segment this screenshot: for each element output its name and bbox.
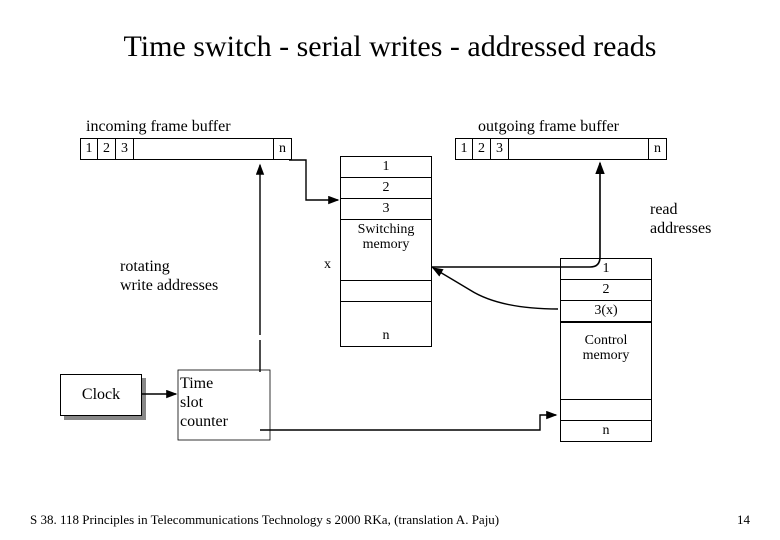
footer: S 38. 118 Principles in Telecommunicatio… [30, 512, 499, 528]
cell [341, 302, 431, 326]
clock-box: Clock [60, 374, 142, 416]
page-number: 14 [737, 512, 750, 528]
cell: n [649, 138, 667, 160]
read-addresses-label: readaddresses [650, 200, 711, 238]
incoming-buffer: 1 2 3 n [80, 138, 292, 160]
cell [509, 138, 649, 160]
cell: 2 [98, 138, 116, 160]
cell: 1 [341, 157, 431, 178]
switching-memory-label: Switchingmemory [341, 220, 431, 260]
cell: 3 [341, 199, 431, 220]
switching-memory: 1 2 3 Switchingmemory n [340, 156, 432, 347]
x-marker: x [324, 257, 331, 273]
cell: 2 [341, 178, 431, 199]
cell: 3(x) [561, 301, 651, 322]
cell: n [341, 326, 431, 346]
rotating-label: rotatingwrite addresses [120, 257, 218, 295]
control-memory-label: Controlmemory [561, 322, 651, 399]
outgoing-caption: outgoing frame buffer [478, 118, 619, 136]
cell: 1 [455, 138, 473, 160]
cell [134, 138, 274, 160]
cell: 3 [116, 138, 134, 160]
outgoing-buffer: 1 2 3 n [455, 138, 667, 160]
cell: 2 [561, 280, 651, 301]
cell: 2 [473, 138, 491, 160]
cell [561, 399, 651, 421]
cell [341, 281, 431, 302]
cell: 3 [491, 138, 509, 160]
control-memory: 1 2 3(x) Controlmemory n [560, 258, 652, 442]
page-title: Time switch - serial writes - addressed … [0, 0, 780, 64]
incoming-caption: incoming frame buffer [86, 118, 231, 136]
cell: n [274, 138, 292, 160]
cell: 1 [80, 138, 98, 160]
cell: n [561, 421, 651, 441]
cell [341, 260, 431, 281]
cell: 1 [561, 259, 651, 280]
tsc-label: Timeslotcounter [180, 374, 228, 432]
